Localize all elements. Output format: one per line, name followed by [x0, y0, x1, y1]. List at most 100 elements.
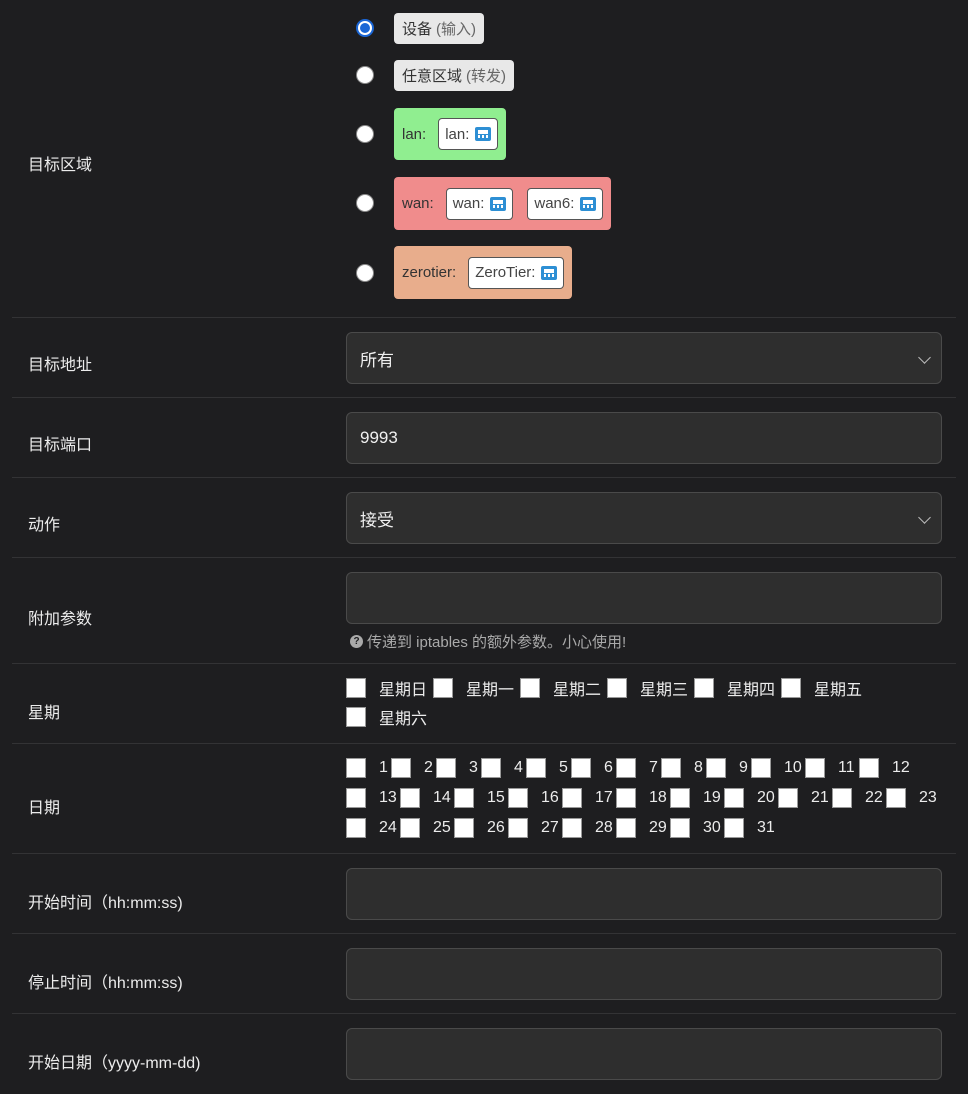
monthday-option[interactable]: 14	[400, 787, 451, 809]
weekday-option[interactable]: 星期六	[346, 706, 427, 728]
monthday-checkbox[interactable]	[670, 788, 690, 808]
monthday-checkbox[interactable]	[886, 788, 906, 808]
monthday-option[interactable]: 11	[805, 757, 855, 779]
extra-args-input[interactable]	[346, 572, 942, 624]
monthday-checkbox[interactable]	[859, 758, 879, 778]
monthday-checkbox[interactable]	[508, 818, 528, 838]
monthday-option[interactable]: 28	[562, 817, 613, 839]
monthday-checkbox[interactable]	[346, 758, 366, 778]
zone-radio-device[interactable]	[356, 19, 374, 37]
monthday-option[interactable]: 1	[346, 757, 388, 779]
zone-zerotier-box[interactable]: zerotier: ZeroTier:	[394, 246, 573, 299]
monthday-option[interactable]: 5	[526, 757, 568, 779]
weekday-label: 星期四	[727, 682, 776, 699]
monthday-checkbox[interactable]	[724, 818, 744, 838]
monthday-option[interactable]: 23	[886, 787, 937, 809]
monthday-label: 2	[424, 759, 433, 776]
monthday-option[interactable]: 24	[346, 817, 397, 839]
weekday-option[interactable]: 星期二	[520, 677, 601, 699]
weekday-option[interactable]: 星期四	[694, 677, 775, 699]
monthday-option[interactable]: 15	[454, 787, 505, 809]
dest-addr-select[interactable]: 所有	[346, 332, 942, 384]
monthday-checkbox[interactable]	[400, 818, 420, 838]
weekday-checkbox[interactable]	[781, 678, 801, 698]
weekday-option[interactable]: 星期日	[346, 677, 427, 699]
monthday-option[interactable]: 30	[670, 817, 721, 839]
zone-device-box[interactable]: 设备 (输入)	[394, 13, 485, 44]
monthday-option[interactable]: 19	[670, 787, 721, 809]
start-time-input[interactable]	[346, 868, 942, 920]
dest-port-input[interactable]: 9993	[346, 412, 942, 464]
monthday-option[interactable]: 9	[706, 757, 748, 779]
monthday-checkbox[interactable]	[724, 788, 744, 808]
monthday-checkbox[interactable]	[778, 788, 798, 808]
monthday-checkbox[interactable]	[751, 758, 771, 778]
monthday-option[interactable]: 3	[436, 757, 478, 779]
weekday-option[interactable]: 星期三	[607, 677, 688, 699]
zone-radio-zerotier[interactable]	[356, 264, 374, 282]
monthday-option[interactable]: 2	[391, 757, 433, 779]
monthday-option[interactable]: 4	[481, 757, 523, 779]
zone-wan-name: wan:	[402, 195, 434, 212]
monthday-checkbox[interactable]	[391, 758, 411, 778]
monthday-checkbox[interactable]	[832, 788, 852, 808]
weekday-checkbox[interactable]	[433, 678, 453, 698]
monthday-option[interactable]: 26	[454, 817, 505, 839]
monthday-option[interactable]: 31	[724, 817, 775, 839]
monthday-checkbox[interactable]	[706, 758, 726, 778]
monthday-checkbox[interactable]	[616, 788, 636, 808]
monthday-option[interactable]: 18	[616, 787, 667, 809]
weekday-checkbox[interactable]	[607, 678, 627, 698]
monthday-checkbox[interactable]	[562, 818, 582, 838]
monthday-checkbox[interactable]	[805, 758, 825, 778]
monthday-option[interactable]: 7	[616, 757, 658, 779]
monthday-checkbox[interactable]	[616, 758, 636, 778]
monthday-option[interactable]: 6	[571, 757, 613, 779]
monthday-option[interactable]: 22	[832, 787, 883, 809]
monthday-checkbox[interactable]	[562, 788, 582, 808]
monthday-checkbox[interactable]	[661, 758, 681, 778]
monthday-option[interactable]: 17	[562, 787, 613, 809]
zone-lan-box[interactable]: lan: lan:	[394, 108, 507, 160]
zone-radio-any[interactable]	[356, 66, 374, 84]
monthday-option[interactable]: 12	[859, 757, 910, 779]
weekday-checkbox[interactable]	[694, 678, 714, 698]
monthday-option[interactable]: 13	[346, 787, 397, 809]
zone-any-box[interactable]: 任意区域 (转发)	[394, 60, 515, 91]
monthday-option[interactable]: 20	[724, 787, 775, 809]
monthday-checkbox[interactable]	[454, 818, 474, 838]
action-value: 接受	[360, 510, 394, 530]
monthday-option[interactable]: 8	[661, 757, 703, 779]
iface-badge-wan6: wan6:	[527, 187, 604, 220]
monthday-option[interactable]: 10	[751, 757, 802, 779]
monthday-checkbox[interactable]	[571, 758, 591, 778]
stop-time-input[interactable]	[346, 948, 942, 1000]
zone-radio-lan[interactable]	[356, 125, 374, 143]
monthday-option[interactable]: 29	[616, 817, 667, 839]
action-select[interactable]: 接受	[346, 492, 942, 544]
zone-wan-box[interactable]: wan: wan: wan6:	[394, 177, 612, 230]
weekday-checkbox[interactable]	[346, 707, 366, 727]
monthday-option[interactable]: 21	[778, 787, 829, 809]
monthday-checkbox[interactable]	[346, 788, 366, 808]
monthday-checkbox[interactable]	[508, 788, 528, 808]
start-date-input[interactable]	[346, 1028, 942, 1080]
monthday-checkbox[interactable]	[436, 758, 456, 778]
weekday-option[interactable]: 星期五	[781, 677, 862, 699]
monthday-option[interactable]: 16	[508, 787, 559, 809]
zone-radio-wan[interactable]	[356, 194, 374, 212]
monthday-checkbox[interactable]	[526, 758, 546, 778]
monthday-checkbox[interactable]	[346, 818, 366, 838]
weekday-label: 星期一	[466, 682, 515, 699]
dest-zone-label: 目标区域	[28, 157, 93, 174]
weekday-checkbox[interactable]	[520, 678, 540, 698]
monthday-option[interactable]: 25	[400, 817, 451, 839]
monthday-option[interactable]: 27	[508, 817, 559, 839]
monthday-checkbox[interactable]	[454, 788, 474, 808]
monthday-checkbox[interactable]	[481, 758, 501, 778]
monthday-checkbox[interactable]	[616, 818, 636, 838]
weekday-checkbox[interactable]	[346, 678, 366, 698]
weekday-option[interactable]: 星期一	[433, 677, 514, 699]
monthday-checkbox[interactable]	[400, 788, 420, 808]
monthday-checkbox[interactable]	[670, 818, 690, 838]
